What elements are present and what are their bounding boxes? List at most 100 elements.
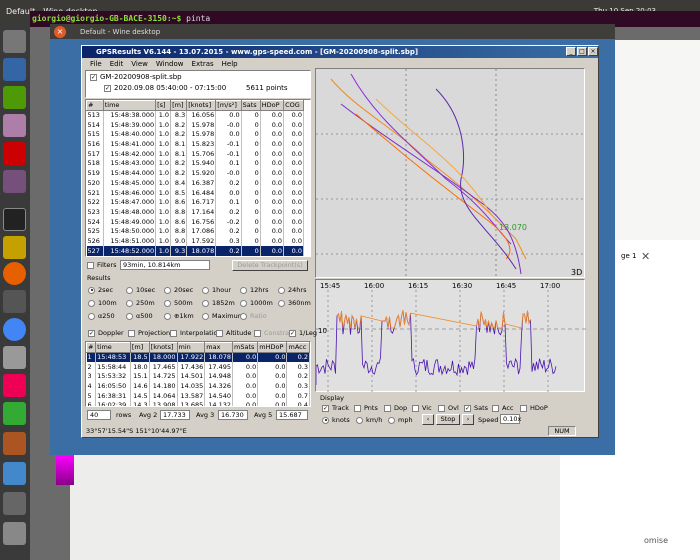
step-forward-button[interactable]: › <box>462 414 474 425</box>
checkbox-icon[interactable] <box>254 329 261 337</box>
result-option-9[interactable]: 1852m <box>212 299 235 307</box>
display-check-6[interactable]: Acc <box>502 404 513 412</box>
result-option-7[interactable]: 250m <box>136 299 155 307</box>
result-option-5[interactable]: 24hrs <box>288 286 306 294</box>
grid-header-1[interactable]: time <box>102 100 157 111</box>
radio-icon[interactable] <box>240 312 247 320</box>
display-check-3[interactable]: Vic <box>422 404 432 412</box>
results-row[interactable]: 3 15:53:32 15.1 14.725 14.501 14.948 0.0 0.0 0.2 <box>86 371 310 382</box>
checkbox-icon[interactable]: ✓ <box>464 404 471 412</box>
radio-icon[interactable] <box>202 312 209 320</box>
radio-icon[interactable] <box>126 286 133 294</box>
result-option-13[interactable]: α500 <box>136 312 153 320</box>
result-option-2[interactable]: 20sec <box>174 286 193 294</box>
result-option-11[interactable]: 360nm <box>288 299 311 307</box>
software-icon[interactable] <box>3 142 26 165</box>
radio-icon[interactable] <box>88 299 95 307</box>
rows-field[interactable]: 40 <box>87 410 111 420</box>
delete-trackpoint-button[interactable]: Delete Trackpoint(s) <box>232 260 308 271</box>
file-tree[interactable]: ✓ GM-20200908-split.sbp ✓ 2020.09.08 05:40… <box>85 70 311 98</box>
results-header-5[interactable]: max <box>204 342 234 353</box>
table-row[interactable]: 514 15:48:39.000 1.0 8.2 15.978 -0.0 0 0.0 0.0 <box>86 119 304 130</box>
close-icon[interactable]: × <box>54 25 66 38</box>
checkbox-icon[interactable] <box>354 404 361 412</box>
close-icon[interactable]: ✕ <box>641 250 650 263</box>
results-row[interactable]: 5 16:38:31 14.5 14.064 13.587 14.540 0.0 0.0 0.7 <box>86 390 310 401</box>
app6-icon[interactable] <box>3 462 26 485</box>
checkbox-icon[interactable]: ✓ <box>88 329 95 337</box>
radio-icon[interactable] <box>240 299 247 307</box>
result-option-10[interactable]: 1000m <box>250 299 273 307</box>
results-row[interactable]: 2 15:58:44 18.0 17.465 17.436 17.495 0.0 0.0 0.3 <box>86 361 310 372</box>
radio-icon[interactable] <box>126 299 133 307</box>
table-row[interactable]: 522 15:48:47.000 1.0 8.6 16.717 0.1 0 0.0 0.0 <box>86 197 304 208</box>
radio-icon[interactable] <box>88 286 95 294</box>
display-check-5[interactable]: Sats <box>474 404 488 412</box>
menu-edit[interactable]: Edit <box>110 60 124 68</box>
menu-view[interactable]: View <box>131 60 148 68</box>
grid-header-2[interactable]: [s] <box>155 100 172 111</box>
result-option-0[interactable]: 2sec <box>98 286 113 294</box>
app3-icon[interactable] <box>3 374 26 397</box>
table-row[interactable]: 525 15:48:50.000 1.0 8.8 17.086 0.2 0 0.0 0.0 <box>86 226 304 237</box>
close-button[interactable]: × <box>588 47 598 56</box>
result-option-16[interactable]: Ratio <box>250 312 267 320</box>
menu-file[interactable]: File <box>90 60 102 68</box>
checkbox-icon[interactable] <box>384 404 391 412</box>
check-3[interactable]: Altitude <box>226 329 251 337</box>
grid-header-4[interactable]: [knots] <box>186 100 217 111</box>
speed-graph[interactable]: 15:45 16:00 16:15 16:30 16:45 17:00 10 <box>315 279 586 393</box>
app2-icon[interactable] <box>3 346 26 369</box>
check-0[interactable]: Doppler <box>98 329 124 337</box>
step-back-button[interactable]: ‹ <box>422 414 434 425</box>
table-row[interactable]: 527 15:48:52.000 1.0 9.3 18.078 0.2 0 0.0 0.0 <box>86 245 304 256</box>
minimize-button[interactable]: _ <box>566 47 576 56</box>
filters-field[interactable]: 93min, 10.814km <box>120 260 210 270</box>
wine-icon[interactable] <box>3 236 26 259</box>
table-row[interactable]: 52815:48:53.0001.09.217.922-0.100.00.0 <box>86 255 304 256</box>
table-row[interactable]: 524 15:48:49.000 1.0 8.6 16.756 -0.2 0 0.0 0.0 <box>86 216 304 227</box>
result-option-3[interactable]: 1hour <box>212 286 231 294</box>
results-header-7[interactable]: mHDoP <box>257 342 288 353</box>
radio-icon[interactable] <box>240 286 247 294</box>
settings-icon[interactable] <box>3 170 26 193</box>
unit-knots[interactable]: knots <box>332 416 350 424</box>
table-row[interactable]: 516 15:48:41.000 1.0 8.1 15.823 -0.1 0 0.0 0.0 <box>86 139 304 149</box>
radio-icon[interactable] <box>164 312 171 320</box>
checkbox-icon[interactable]: ✓ <box>322 404 329 412</box>
results-row[interactable]: 4 16:05:50 14.6 14.180 14.035 14.326 0.0 0.0 0.3 <box>86 381 310 391</box>
checkbox-icon[interactable] <box>216 329 223 337</box>
radio-icon[interactable] <box>164 299 171 307</box>
unit-kmh[interactable]: km/h <box>366 416 382 424</box>
unit-mph[interactable]: mph <box>398 416 413 424</box>
results-header-6[interactable]: mSats <box>232 342 259 353</box>
app5-icon[interactable] <box>3 432 26 455</box>
firefox-icon[interactable] <box>3 262 26 285</box>
grid-header-0[interactable]: # <box>86 100 104 111</box>
tree-file[interactable]: GM-20200908-split.sbp <box>100 73 182 81</box>
results-header-8[interactable]: mAcc <box>286 342 310 353</box>
playback-speed[interactable]: 0.10x <box>500 414 521 424</box>
display-check-4[interactable]: Ovl <box>448 404 459 412</box>
grid-header-8[interactable]: COG <box>283 100 304 111</box>
radio-icon[interactable] <box>88 312 95 320</box>
checkbox-icon[interactable] <box>170 329 177 337</box>
results-row[interactable]: 6 16:02:39 14.3 13.908 13.685 14.132 0.0 0.0 0.4 <box>86 400 310 406</box>
check-1[interactable]: Projection <box>138 329 170 337</box>
results-row[interactable]: 1 15:48:53 18.5 18.000 17.922 18.078 0.0 0.0 0.2 <box>86 352 310 362</box>
calc-icon[interactable] <box>3 86 26 109</box>
trash-icon[interactable] <box>3 522 26 545</box>
radio-icon[interactable] <box>278 286 285 294</box>
grid-header-5[interactable]: [m/s²] <box>215 100 242 111</box>
track-map[interactable]: 13.070 3D <box>315 68 586 279</box>
radio-icon[interactable] <box>164 286 171 294</box>
checkbox-icon[interactable]: ✓ <box>289 329 296 337</box>
table-row[interactable]: 515 15:48:40.000 1.0 8.2 15.978 0.0 0 0.0 0.0 <box>86 129 304 140</box>
results-header-2[interactable]: [m] <box>129 342 150 353</box>
stop-button[interactable]: Stop <box>436 414 460 425</box>
checkbox-icon[interactable] <box>438 404 445 412</box>
display-check-0[interactable]: Track <box>332 404 349 412</box>
table-row[interactable]: 513 15:48:38.000 1.0 8.3 16.056 0.0 0 0.0 0.0 <box>86 110 304 120</box>
display-check-2[interactable]: Dop <box>394 404 407 412</box>
radio-icon[interactable] <box>278 299 285 307</box>
